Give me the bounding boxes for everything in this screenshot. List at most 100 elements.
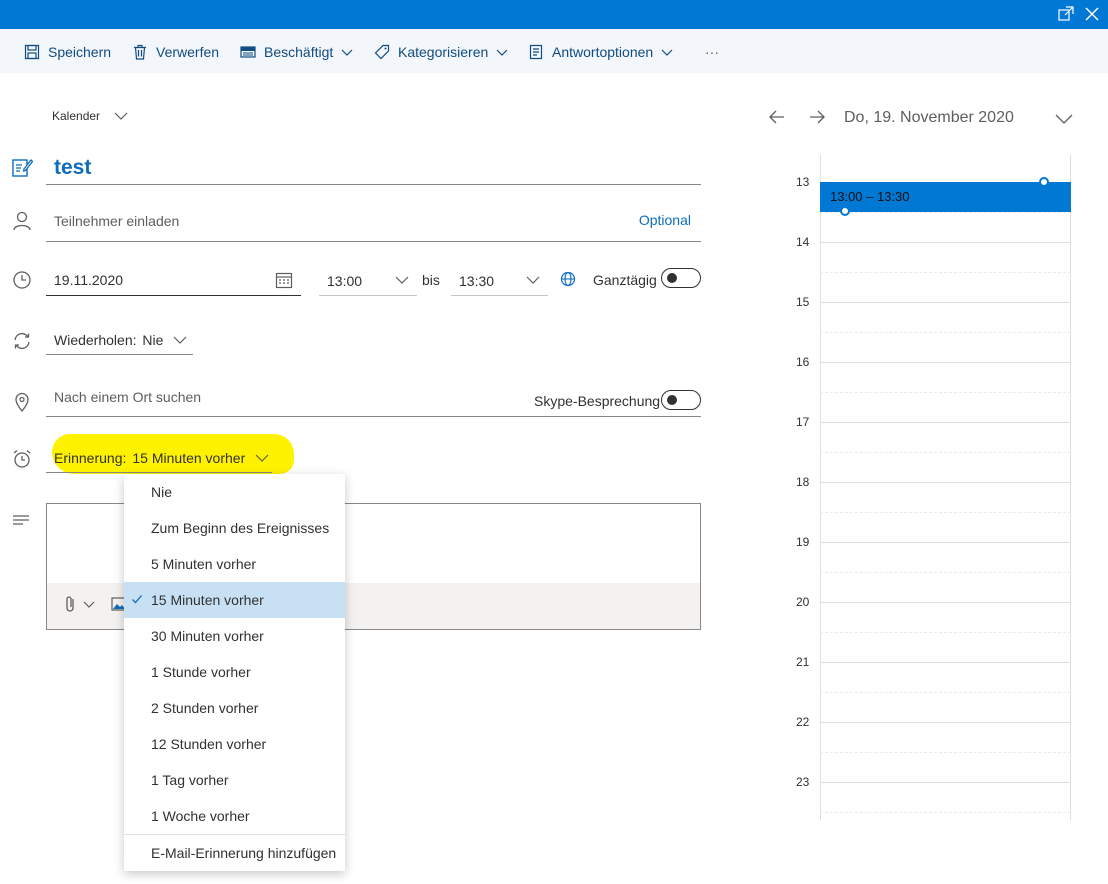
event-time-label: 13:00 – 13:30 — [830, 189, 910, 204]
day-view-grid[interactable] — [820, 155, 1071, 820]
more-options-button[interactable]: ··· — [705, 41, 719, 63]
checkmark-icon — [132, 595, 142, 604]
tag-icon — [374, 44, 390, 60]
repeat-label-text: Wiederholen: — [54, 332, 137, 348]
discard-button-label: Verwerfen — [156, 44, 220, 60]
reminder-label: Erinnerung: — [54, 450, 127, 466]
alarm-clock-icon — [13, 450, 31, 468]
half-hour-gridline — [820, 692, 1071, 693]
title-input[interactable]: test — [46, 152, 701, 185]
chevron-down-icon — [83, 601, 95, 608]
command-bar: Speichern Verwerfen Beschäftigt Kategori… — [0, 29, 1108, 73]
response-options-dropdown[interactable]: Antwortoptionen — [528, 41, 673, 63]
reminder-option[interactable]: 1 Stunde vorher — [124, 654, 345, 690]
chevron-down-icon — [661, 49, 673, 56]
hour-gridline — [820, 782, 1071, 783]
description-lines-icon — [13, 515, 29, 525]
half-hour-gridline — [820, 452, 1071, 453]
reminder-option[interactable]: 1 Woche vorher — [124, 798, 345, 834]
start-time-dropdown[interactable]: 13:00 — [319, 265, 417, 296]
hour-label: 16 — [796, 355, 810, 369]
attendees-placeholder: Teilnehmer einladen — [54, 213, 180, 229]
chevron-down-icon — [496, 49, 508, 56]
reminder-option-label: 1 Woche vorher — [151, 808, 250, 824]
save-button[interactable]: Speichern — [24, 41, 111, 63]
reminder-option[interactable]: 2 Stunden vorher — [124, 690, 345, 726]
reminder-option-label: 15 Minuten vorher — [151, 592, 264, 608]
busy-status-icon — [240, 46, 256, 58]
hour-label: 22 — [796, 715, 810, 729]
attendees-input[interactable]: Teilnehmer einladen Optional — [46, 205, 701, 242]
previous-day-arrow-icon[interactable] — [768, 108, 786, 126]
hour-gridline — [820, 422, 1071, 423]
categorize-label: Kategorisieren — [398, 44, 489, 60]
repeat-dropdown[interactable]: Wiederholen: Nie — [46, 326, 193, 355]
hour-label: 21 — [796, 655, 810, 669]
reminder-dropdown[interactable]: Erinnerung: 15 Minuten vorher — [46, 444, 272, 473]
categorize-dropdown[interactable]: Kategorisieren — [374, 41, 508, 63]
reminder-options-menu: Nie Zum Beginn des Ereignisses 5 Minuten… — [124, 474, 345, 871]
reminder-option[interactable]: 30 Minuten vorher — [124, 618, 345, 654]
repeat-label: Wiederholen: Nie — [54, 332, 163, 348]
clock-icon — [13, 271, 31, 289]
chevron-down-icon[interactable] — [1055, 113, 1073, 125]
hour-gridline — [820, 362, 1071, 363]
hour-gridline — [820, 662, 1071, 663]
hour-label: 13 — [796, 175, 810, 189]
reminder-option[interactable]: Zum Beginn des Ereignisses — [124, 510, 345, 546]
hour-gridline — [820, 482, 1071, 483]
half-hour-gridline — [820, 512, 1071, 513]
reminder-option-label: Zum Beginn des Ereignisses — [151, 520, 330, 536]
reminder-option[interactable]: 1 Tag vorher — [124, 762, 345, 798]
reminder-option[interactable]: 5 Minuten vorher — [124, 546, 345, 582]
hour-gridline — [820, 242, 1071, 243]
reminder-option[interactable]: 12 Stunden vorher — [124, 726, 345, 762]
chevron-down-icon — [173, 336, 187, 344]
start-time-value: 13:00 — [327, 273, 363, 289]
hour-label: 23 — [796, 775, 810, 789]
next-day-arrow-icon[interactable] — [808, 108, 826, 126]
calendar-picker-label: Kalender — [52, 109, 101, 123]
hour-label: 17 — [796, 415, 810, 429]
reminder-option-selected[interactable]: 15 Minuten vorher — [124, 582, 345, 618]
hour-gridline — [820, 602, 1071, 603]
hour-gridline — [820, 302, 1071, 303]
reminder-option-label: 5 Minuten vorher — [151, 556, 257, 572]
calendar-icon[interactable] — [275, 271, 293, 289]
chevron-down-icon — [341, 49, 353, 56]
close-icon[interactable] — [1082, 4, 1102, 24]
title-value: test — [54, 156, 92, 179]
start-date-input[interactable]: 19.11.2020 — [46, 265, 301, 296]
event-resize-handle-top[interactable] — [1039, 177, 1049, 187]
skype-meeting-toggle[interactable] — [661, 390, 701, 410]
end-time-dropdown[interactable]: 13:30 — [451, 265, 548, 296]
reminder-option-label: 2 Stunden vorher — [151, 700, 259, 716]
hour-label: 20 — [796, 595, 810, 609]
response-options-icon — [529, 44, 543, 60]
attach-button[interactable] — [63, 595, 95, 613]
event-resize-handle-bottom[interactable] — [840, 206, 850, 216]
all-day-toggle[interactable] — [661, 268, 701, 288]
discard-button[interactable]: Verwerfen — [132, 41, 219, 63]
time-zone-icon[interactable] — [560, 271, 576, 287]
half-hour-gridline — [820, 752, 1071, 753]
person-icon — [13, 211, 31, 231]
half-hour-gridline — [820, 332, 1071, 333]
chevron-down-icon — [114, 112, 128, 120]
reminder-option-label: 30 Minuten vorher — [151, 628, 264, 644]
add-email-reminder-option[interactable]: E-Mail-Erinnerung hinzufügen — [124, 835, 345, 871]
skype-meeting-label: Skype-Besprechung — [534, 393, 661, 409]
more-options-label: ··· — [705, 44, 719, 60]
window-title-bar — [0, 0, 1108, 29]
pop-out-icon[interactable] — [1056, 4, 1076, 24]
response-options-label: Antwortoptionen — [552, 44, 654, 60]
show-as-label: Beschäftigt — [264, 44, 334, 60]
show-as-dropdown[interactable]: Beschäftigt — [240, 41, 353, 63]
calendar-picker[interactable]: Kalender — [52, 109, 128, 123]
reminder-option-label: 1 Tag vorher — [151, 772, 229, 788]
optional-attendees-link[interactable]: Optional — [639, 212, 691, 228]
calendar-event-block[interactable]: 13:00 – 13:30 — [820, 182, 1071, 212]
reminder-option[interactable]: Nie — [124, 474, 345, 510]
trash-icon — [134, 44, 146, 60]
chevron-down-icon — [255, 454, 269, 462]
